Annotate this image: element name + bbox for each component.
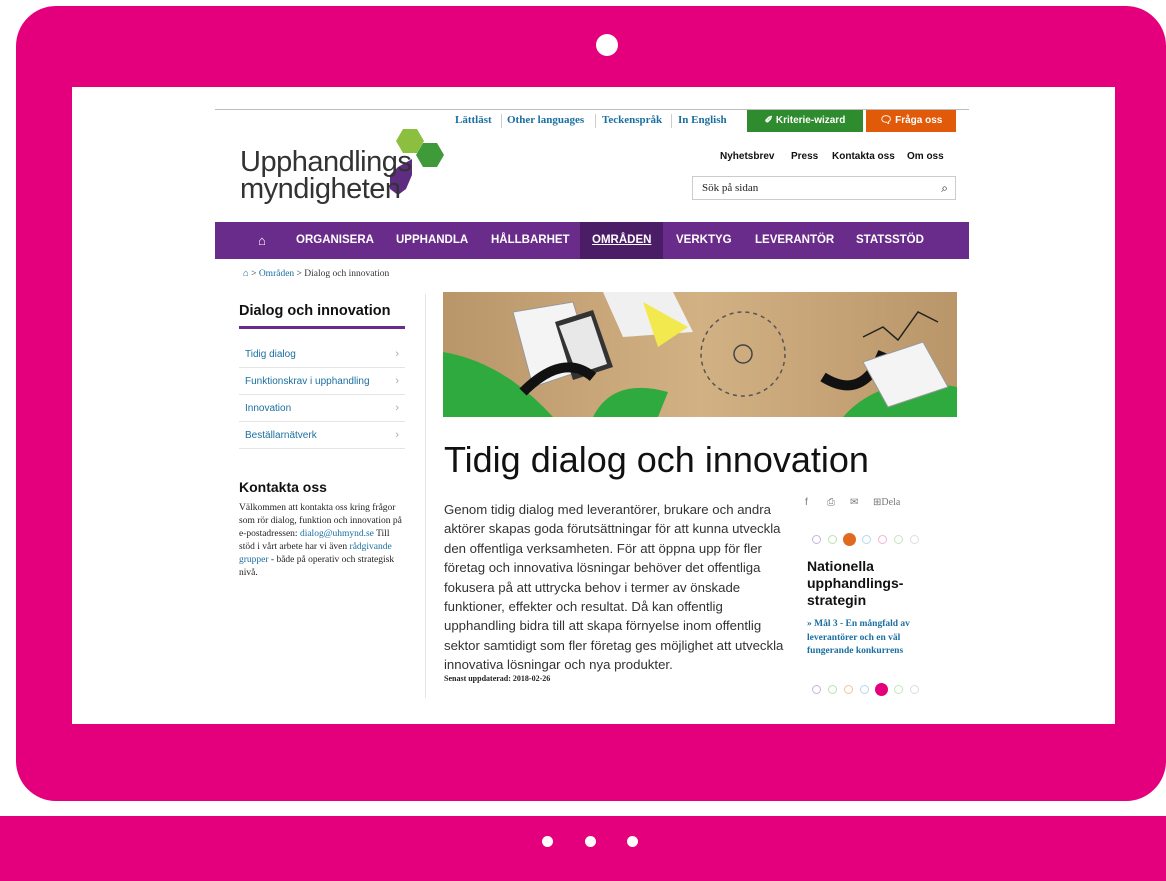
nav-hallbarhet[interactable]: HÅLLBARHET [491, 222, 570, 259]
logo-text: Upphandlings myndigheten [240, 146, 412, 205]
sidebar-item-tidig-dialog[interactable]: Tidig dialog › [239, 341, 405, 368]
contact-email-link[interactable]: dialog@uhmynd.se [300, 529, 374, 539]
main-navigation: ⌂ ORGANISERA UPPHANDLA HÅLLBARHET OMRÅDE… [215, 222, 969, 259]
nav-statsstod[interactable]: STATSSTÖD [856, 222, 924, 259]
article-body: Genom tidig dialog med leverantörer, bru… [444, 502, 784, 673]
sidebar-title-underline [239, 326, 405, 329]
home-icon[interactable]: ⌂ [258, 222, 266, 259]
goal-dot[interactable] [828, 685, 837, 694]
goal-dot[interactable] [894, 685, 903, 694]
chevron-right-icon: › [395, 375, 399, 387]
breadcrumb-current: Dialog och innovation [304, 269, 390, 279]
sidebar-item-funktionskrav[interactable]: Funktionskrav i upphandling › [239, 368, 405, 395]
nav-verktyg[interactable]: VERKTYG [676, 222, 732, 259]
goal-dot[interactable] [878, 535, 887, 544]
nav-nyhetsbrev[interactable]: Nyhetsbrev [720, 151, 774, 162]
contact-title: Kontakta oss [239, 479, 327, 495]
share-button[interactable]: ⊞Dela [873, 497, 900, 508]
nav-press[interactable]: Press [791, 151, 818, 162]
contact-text: Välkommen att kontakta oss kring frågor … [239, 503, 402, 578]
utility-link-in-english[interactable]: In English [678, 114, 727, 126]
hero-illustration [443, 292, 957, 417]
search-input[interactable]: Sök på sidan ⌕ [692, 176, 956, 200]
nav-upphandla[interactable]: UPPHANDLA [396, 222, 468, 259]
chat-icon: 🗨 [879, 115, 893, 126]
chevron-right-icon: › [395, 402, 399, 414]
nav-omraden[interactable]: OMRÅDEN [580, 222, 664, 259]
camera-dot [596, 34, 618, 56]
nav-leverantor[interactable]: LEVERANTÖR [755, 222, 834, 259]
facebook-icon[interactable]: f [805, 497, 808, 508]
sidebar-item-bestallarnatverk[interactable]: Beställarnätverk › [239, 422, 405, 449]
goal-dot[interactable] [844, 685, 853, 694]
goal-dot[interactable] [812, 535, 821, 544]
kriterie-wizard-button[interactable]: ✐ Kriterie-wizard [747, 110, 863, 132]
wand-icon: ✐ [764, 115, 774, 126]
search-placeholder: Sök på sidan [702, 182, 759, 194]
nav-om-oss[interactable]: Om oss [907, 151, 944, 162]
strategy-goal-link[interactable]: » Mål 3 - En mångfald av leverantörer oc… [807, 618, 937, 659]
home-icon[interactable]: ⌂ [243, 269, 249, 279]
strategy-title: Nationella upphandlings-strategin [807, 558, 904, 608]
goal-dot[interactable] [910, 685, 919, 694]
print-icon[interactable]: ⎙ [827, 497, 835, 508]
carousel-dot[interactable] [542, 836, 553, 847]
goal-dot[interactable] [812, 685, 821, 694]
divider [501, 114, 502, 128]
breadcrumb: ⌂ > Områden > Dialog och innovation [243, 269, 390, 279]
goal-dot[interactable] [862, 535, 871, 544]
utility-link-other-languages[interactable]: Other languages [507, 114, 584, 126]
utility-link-teckensprak[interactable]: Teckenspråk [602, 114, 662, 126]
nav-kontakta-oss[interactable]: Kontakta oss [832, 151, 895, 162]
goal-dot-active[interactable] [843, 533, 856, 546]
hero-image [443, 292, 957, 417]
page-title: Tidig dialog och innovation [444, 439, 869, 480]
sidebar-title: Dialog och innovation [239, 303, 391, 319]
divider [595, 114, 596, 128]
bottom-carousel-bar [0, 816, 1166, 881]
goal-dot[interactable] [828, 535, 837, 544]
nav-organisera[interactable]: ORGANISERA [296, 222, 374, 259]
divider [671, 114, 672, 128]
lightbulb-icon[interactable] [875, 683, 888, 696]
goal-dot[interactable] [894, 535, 903, 544]
device-screen: Lättläst Other languages Teckenspråk In … [72, 87, 1115, 724]
search-icon[interactable]: ⌕ [941, 181, 948, 196]
column-divider [425, 294, 426, 698]
carousel-dot[interactable] [627, 836, 638, 847]
chevron-right-icon: › [395, 348, 399, 360]
breadcrumb-omraden[interactable]: Områden [259, 269, 294, 279]
last-updated: Senast uppdaterad: 2018-02-26 [444, 674, 551, 683]
fraga-oss-button[interactable]: 🗨 Fråga oss [866, 110, 956, 132]
mail-icon[interactable]: ✉ [850, 497, 858, 508]
utility-link-lattlast[interactable]: Lättläst [455, 114, 492, 126]
sidebar-item-innovation[interactable]: Innovation › [239, 395, 405, 422]
chevron-right-icon: › [395, 429, 399, 441]
goal-dot[interactable] [860, 685, 869, 694]
goal-dot[interactable] [910, 535, 919, 544]
carousel-dot[interactable] [585, 836, 596, 847]
